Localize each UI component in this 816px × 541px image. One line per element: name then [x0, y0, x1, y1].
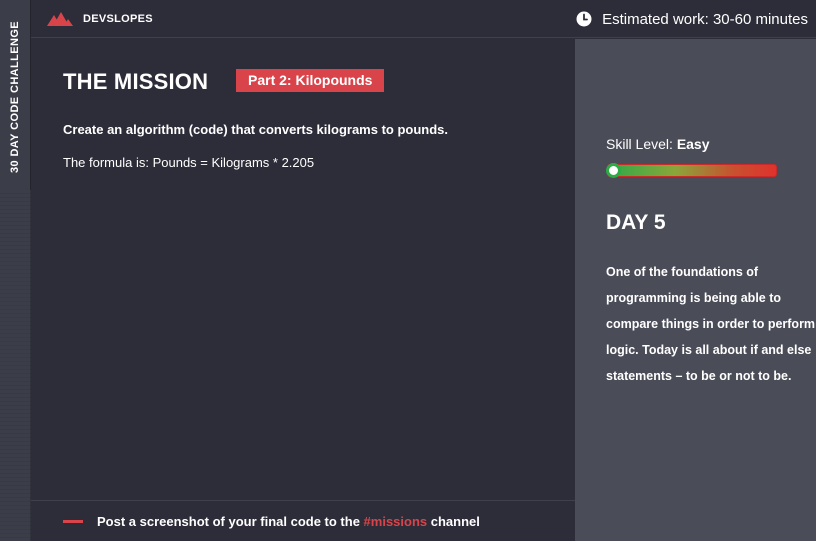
skill-level-value: Easy [676, 136, 710, 152]
brand[interactable]: DEVSLOPES [47, 0, 153, 38]
side-strip: 30 DAY CODE CHALLENGE [0, 0, 31, 541]
footer-text-before: Post a screenshot of your final code to … [97, 513, 364, 529]
estimated-work: Estimated work: 30-60 minutes [576, 0, 808, 38]
part-badge: Part 2: Kilopounds [236, 69, 385, 92]
mission-section: THE MISSION Part 2: Kilopounds Create an… [31, 39, 575, 500]
top-bar: DEVSLOPES Estimated work: 30-60 minutes [31, 0, 816, 38]
mission-description: Create an algorithm (code) that converts… [63, 122, 449, 137]
day-title: DAY 5 [606, 211, 666, 234]
brand-name: DEVSLOPES [83, 13, 153, 25]
day-description: One of the foundations of programming is… [606, 265, 816, 383]
info-panel: Skill Level: Easy DAY 5 One of the found… [575, 39, 816, 541]
estimated-work-text: Estimated work: 30-60 minutes [602, 10, 808, 28]
skill-level-knob [606, 163, 621, 178]
footer-text-after: channel [427, 513, 480, 529]
challenge-label: 30 DAY CODE CHALLENGE [9, 20, 21, 174]
skill-level-bar [607, 164, 777, 177]
mission-title: THE MISSION [63, 69, 209, 94]
footer-text: Post a screenshot of your final code to … [97, 514, 480, 529]
skill-level-label: Skill Level: [606, 136, 677, 152]
clock-icon [576, 11, 592, 27]
devslopes-logo-icon [47, 12, 73, 26]
missions-channel-link[interactable]: #missions [364, 514, 428, 529]
side-strip-track [0, 190, 31, 541]
footer-dash [63, 519, 83, 523]
formula-text: The formula is: Pounds = Kilograms * 2.2… [63, 155, 315, 170]
footer: Post a screenshot of your final code to … [31, 500, 575, 541]
skill-level: Skill Level: Easy [606, 136, 710, 152]
